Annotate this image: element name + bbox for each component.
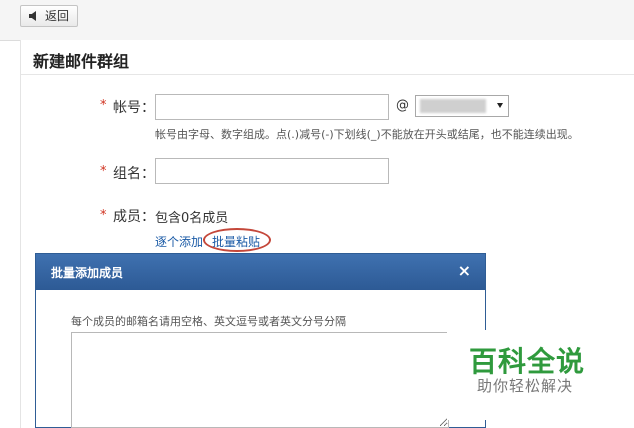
group-name-required-mark: *	[100, 164, 107, 179]
at-sign: @	[396, 98, 409, 113]
dialog-instruction: 每个成员的邮箱名请用空格、英文逗号或者英文分号分隔	[71, 315, 346, 328]
account-input[interactable]	[155, 94, 389, 120]
domain-select[interactable]	[415, 95, 509, 117]
batch-add-dialog: 批量添加成员 × 每个成员的邮箱名请用空格、英文逗号或者英文分号分隔	[35, 253, 486, 428]
members-count-text: 包含0名成员	[155, 211, 229, 226]
back-button-label: 返回	[45, 9, 70, 23]
back-arrow-icon	[29, 11, 36, 21]
chevron-down-icon	[497, 103, 503, 108]
watermark-logo: 百科全说 助你轻松解决	[447, 330, 617, 420]
account-hint: 帐号由字母、数字组成。点(.)减号(-)下划线(_)不能放在开头或结尾，也不能连…	[155, 128, 579, 141]
close-icon[interactable]: ×	[458, 261, 471, 280]
add-one-by-one-link[interactable]: 逐个添加	[155, 233, 203, 250]
dialog-header: 批量添加成员 ×	[36, 254, 485, 290]
account-required-mark: *	[100, 98, 107, 113]
domain-value-blurred	[420, 99, 486, 113]
member-emails-textarea[interactable]	[71, 332, 449, 428]
back-button[interactable]: 返回	[20, 5, 78, 27]
watermark-subtitle: 助你轻松解决	[477, 377, 574, 395]
page-title: 新建邮件群组	[33, 52, 130, 71]
dialog-title: 批量添加成员	[51, 266, 124, 280]
highlight-circle	[203, 228, 271, 252]
members-required-mark: *	[100, 208, 107, 223]
group-name-label: 组名：	[113, 166, 155, 182]
account-label: 帐号：	[113, 100, 155, 116]
watermark-title: 百科全说	[469, 345, 586, 378]
title-divider	[21, 74, 634, 75]
members-label: 成员：	[113, 209, 155, 225]
top-toolbar: 返回	[0, 0, 634, 41]
group-name-input[interactable]	[155, 158, 389, 184]
